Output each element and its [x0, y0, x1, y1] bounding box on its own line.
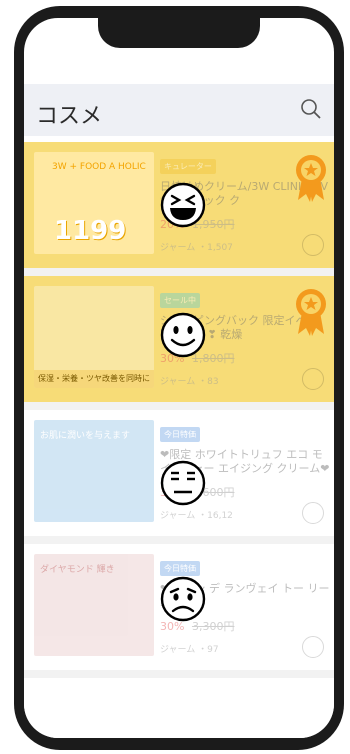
neutral-face-icon [160, 460, 206, 506]
list-item[interactable]: 3W + FOOD A HOLIC 1199 キュレーター 日焼けめクリーム/3… [24, 142, 334, 268]
status-bar [262, 26, 318, 36]
product-thumbnail: 3W + FOOD A HOLIC 1199 [34, 152, 154, 254]
divider [24, 268, 334, 276]
thumb-caption: 3W + FOOD A HOLIC [52, 162, 146, 172]
phone-frame: コスメ 3W + FOOD A HOLIC 1199 キュレーター 日焼けめクリ… [14, 6, 344, 750]
product-thumbnail: お肌に潤いを与えます [34, 420, 154, 522]
divider [24, 670, 334, 678]
phone-notch [98, 18, 260, 48]
sad-face-icon [160, 576, 206, 622]
favorite-button[interactable] [302, 234, 324, 256]
signal-icon [262, 26, 276, 36]
product-thumbnail: 保湿・栄養・ツヤ改善を同時に [34, 286, 154, 388]
favorite-button[interactable] [302, 368, 324, 390]
list-item[interactable]: 保湿・栄養・ツヤ改善を同時に セール中 ショッピングバック 限定イベ 期限定特価… [24, 276, 334, 402]
wifi-icon [280, 26, 294, 36]
thumb-caption: ダイヤモンド 輝き [40, 565, 115, 575]
thumb-price: 1199 [54, 216, 127, 246]
divider [24, 536, 334, 544]
list-item[interactable]: ダイヤモンド 輝き 今日特価 ❤ ブラシ デ ランヴェイ トー リームゆ 30%… [24, 544, 334, 670]
page-title: コスメ [36, 104, 103, 129]
phone-screen: コスメ 3W + FOOD A HOLIC 1199 キュレーター 日焼けめクリ… [24, 18, 334, 738]
favorite-button[interactable] [302, 636, 324, 658]
product-tag: 今日特価 [160, 427, 200, 442]
battery-icon [298, 26, 318, 36]
product-thumbnail: ダイヤモンド 輝き [34, 554, 154, 656]
thumb-caption: お肌に潤いを与えます [40, 431, 131, 441]
product-tag: 今日特価 [160, 561, 200, 576]
rank-badge-icon [294, 286, 328, 336]
product-tag: キュレーター [160, 159, 216, 174]
thumb-caption: 保湿・栄養・ツヤ改善を同時に [34, 370, 154, 388]
laughing-face-icon [160, 182, 206, 228]
app-bar: コスメ [24, 84, 334, 136]
favorite-button[interactable] [302, 502, 324, 524]
product-tag: セール中 [160, 293, 200, 308]
divider [24, 402, 334, 410]
product-list: 3W + FOOD A HOLIC 1199 キュレーター 日焼けめクリーム/3… [24, 136, 334, 738]
list-item[interactable]: お肌に潤いを与えます 今日特価 ❤限定 ホワイトトリュフ エコ モイスチャー エ… [24, 410, 334, 536]
smiling-face-icon [160, 312, 206, 358]
rank-badge-icon [294, 152, 328, 202]
search-icon[interactable] [300, 98, 322, 120]
